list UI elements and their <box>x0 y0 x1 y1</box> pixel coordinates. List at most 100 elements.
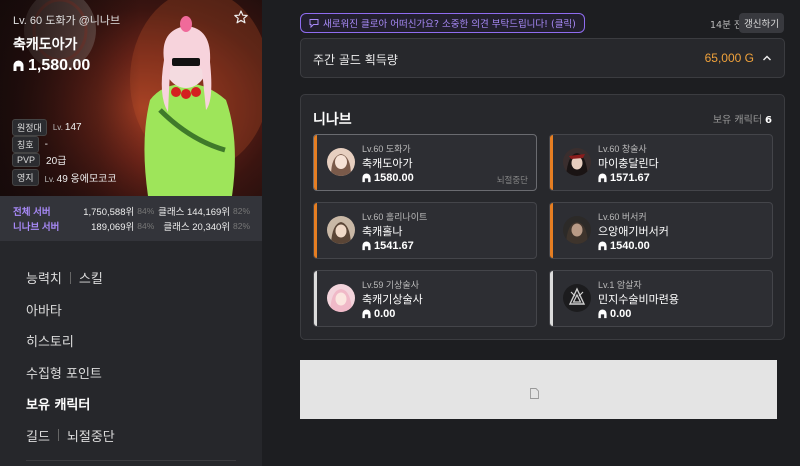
weekly-gold-value: 65,000 G <box>704 51 754 65</box>
character-item-level: 1541.67 <box>362 240 414 252</box>
character-item-level-value: 0.00 <box>610 308 632 320</box>
character-item-level: 1571.67 <box>598 172 650 184</box>
character-class: Lv.60 도화가 <box>362 144 411 154</box>
character-card[interactable]: Lv.60 도화가 축캐도아가 1580.00 뇌절중단 <box>313 134 537 191</box>
rank-label: 니나브 서버 <box>13 222 60 233</box>
rank-percent: 84% <box>137 206 155 216</box>
item-level: 1,580.00 <box>13 57 90 75</box>
rank-label: 전체 서버 <box>13 207 51 218</box>
ad-placeholder[interactable] <box>300 360 777 419</box>
character-card[interactable]: Lv.60 버서커 으앙애기버서커 1540.00 <box>549 202 773 259</box>
weekly-gold-title: 주간 골드 획득량 <box>313 53 398 67</box>
character-class: Lv.60 홀리나이트 <box>362 212 428 222</box>
card-stripe <box>314 135 317 190</box>
roster-count-value: 6 <box>765 115 772 126</box>
character-name: 으앙애기버서커 <box>598 225 669 238</box>
class-rank-value: 클래스 20,340위 <box>163 222 231 233</box>
menu-item-guild[interactable]: 길드 <box>26 426 50 445</box>
rank-row-server: 니나브 서버 189,069위 84% 클래스 20,340위 82% <box>13 219 252 233</box>
card-stripe <box>550 203 553 258</box>
rank-percent: 84% <box>137 221 155 231</box>
info-row-pvp: PVP 20급 <box>12 152 66 167</box>
sidebar: Lv. 60 도화가 @니나브 축캐도아가 1,580.00 원정대 Lv. 14… <box>0 0 262 466</box>
character-avatar <box>327 148 355 176</box>
menu-divider <box>69 271 71 284</box>
menu-item-avatar[interactable]: 아바타 <box>26 294 115 326</box>
character-item-level-value: 1540.00 <box>610 240 650 252</box>
character-avatar <box>563 216 591 244</box>
character-name: 축캐기상술사 <box>362 293 423 306</box>
menu-item-characters[interactable]: 보유 캐릭터 <box>26 388 115 420</box>
character-card[interactable]: Lv.60 홀리나이트 축캐홀나 1541.67 <box>313 202 537 259</box>
info-lv: Lv. <box>52 123 63 132</box>
helmet-icon <box>598 309 607 319</box>
rank-value: 1,750,588위 <box>83 207 135 218</box>
chat-bubble-icon <box>309 19 319 28</box>
assassin-class-icon <box>563 284 591 312</box>
helmet-icon <box>13 60 24 71</box>
roster-count-label: 보유 캐릭터 <box>712 115 763 126</box>
character-name: 마이충달린다 <box>598 157 659 170</box>
character-class: Lv.1 암살자 <box>598 280 642 290</box>
class-rank-percent: 82% <box>233 221 251 231</box>
class-rank-value: 클래스 144,169위 <box>158 207 231 218</box>
info-value: 20급 <box>46 156 67 167</box>
menu-divider <box>57 429 59 442</box>
rank-row-all: 전체 서버 1,750,588위 84% 클래스 144,169위 82% <box>13 204 252 218</box>
weekly-gold-panel[interactable]: 주간 골드 획득량 65,000 G <box>300 38 785 78</box>
character-class: Lv.60 버서커 <box>598 212 647 222</box>
character-avatar <box>327 216 355 244</box>
character-class: Lv.59 기상술사 <box>362 280 419 290</box>
character-class: Lv.60 창술사 <box>598 144 647 154</box>
menu-item-stats[interactable]: 능력치 <box>26 268 62 287</box>
roster-panel: 니나브 보유 캐릭터 6 Lv.60 도화가 축캐도아가 1580.00 뇌절중단… <box>300 94 785 340</box>
character-name: 축캐홀나 <box>362 225 403 238</box>
sidebar-menu: 능력치 스킬 아바타 히스토리 수집형 포인트 보유 캐릭터 길드 뇌절중단 <box>26 262 115 451</box>
helmet-icon <box>362 309 371 319</box>
character-subtitle: Lv. 60 도화가 @니나브 <box>13 15 121 27</box>
menu-row-guild: 길드 뇌절중단 <box>26 420 115 452</box>
info-row-estate: 영지 Lv. 49 옹에모코코 <box>12 169 117 186</box>
character-card[interactable]: Lv.60 창술사 마이충달린다 1571.67 <box>549 134 773 191</box>
character-item-level-value: 1580.00 <box>374 172 414 184</box>
helmet-icon <box>362 241 371 251</box>
character-card[interactable]: Lv.59 기상술사 축캐기상술사 0.00 <box>313 270 537 327</box>
character-item-level: 1580.00 <box>362 172 414 184</box>
menu-divider <box>26 460 236 461</box>
menu-row-stats-skills: 능력치 스킬 <box>26 262 115 294</box>
character-item-level-value: 0.00 <box>374 308 396 320</box>
info-tag: 영지 <box>12 169 39 186</box>
character-item-level: 1540.00 <box>598 240 650 252</box>
character-card[interactable]: Lv.1 암살자 민지수술비마련용 0.00 <box>549 270 773 327</box>
character-avatar <box>563 148 591 176</box>
chevron-up-icon[interactable] <box>762 53 772 63</box>
character-item-level-value: 1571.67 <box>610 172 650 184</box>
menu-item-guild-name[interactable]: 뇌절중단 <box>67 426 115 445</box>
info-tag: 칭호 <box>12 136 39 153</box>
card-stripe <box>314 271 317 326</box>
helmet-icon <box>598 173 607 183</box>
menu-item-collectibles[interactable]: 수집형 포인트 <box>26 357 115 389</box>
refresh-button[interactable]: 갱신하기 <box>739 13 784 33</box>
roster-server-name: 니나브 <box>313 112 352 128</box>
feedback-banner[interactable]: 새로워진 클로아 어떠신가요? 소중한 의견 부탁드립니다! (클릭) <box>300 13 585 33</box>
menu-item-history[interactable]: 히스토리 <box>26 325 115 357</box>
info-tag: PVP <box>12 152 41 167</box>
info-lv: Lv. <box>44 175 55 184</box>
character-guild: 뇌절중단 <box>496 176 528 186</box>
class-rank-percent: 82% <box>233 206 251 216</box>
character-name: 축캐도아가 <box>362 157 413 170</box>
info-row-expedition: 원정대 Lv. 147 <box>12 119 82 136</box>
roster-count: 보유 캐릭터 6 <box>713 111 772 126</box>
character-item-level: 0.00 <box>362 308 395 320</box>
last-updated: 14분 전 <box>710 20 743 31</box>
favorite-star-icon[interactable] <box>234 10 248 24</box>
character-item-level-value: 1541.67 <box>374 240 414 252</box>
character-item-level: 0.00 <box>598 308 631 320</box>
server-ranks: 전체 서버 1,750,588위 84% 클래스 144,169위 82% 니나… <box>0 196 262 241</box>
info-value: 147 <box>64 122 82 133</box>
menu-item-skills[interactable]: 스킬 <box>79 268 103 287</box>
card-stripe <box>550 135 553 190</box>
item-level-value: 1,580.00 <box>28 57 91 74</box>
helmet-icon <box>362 173 371 183</box>
